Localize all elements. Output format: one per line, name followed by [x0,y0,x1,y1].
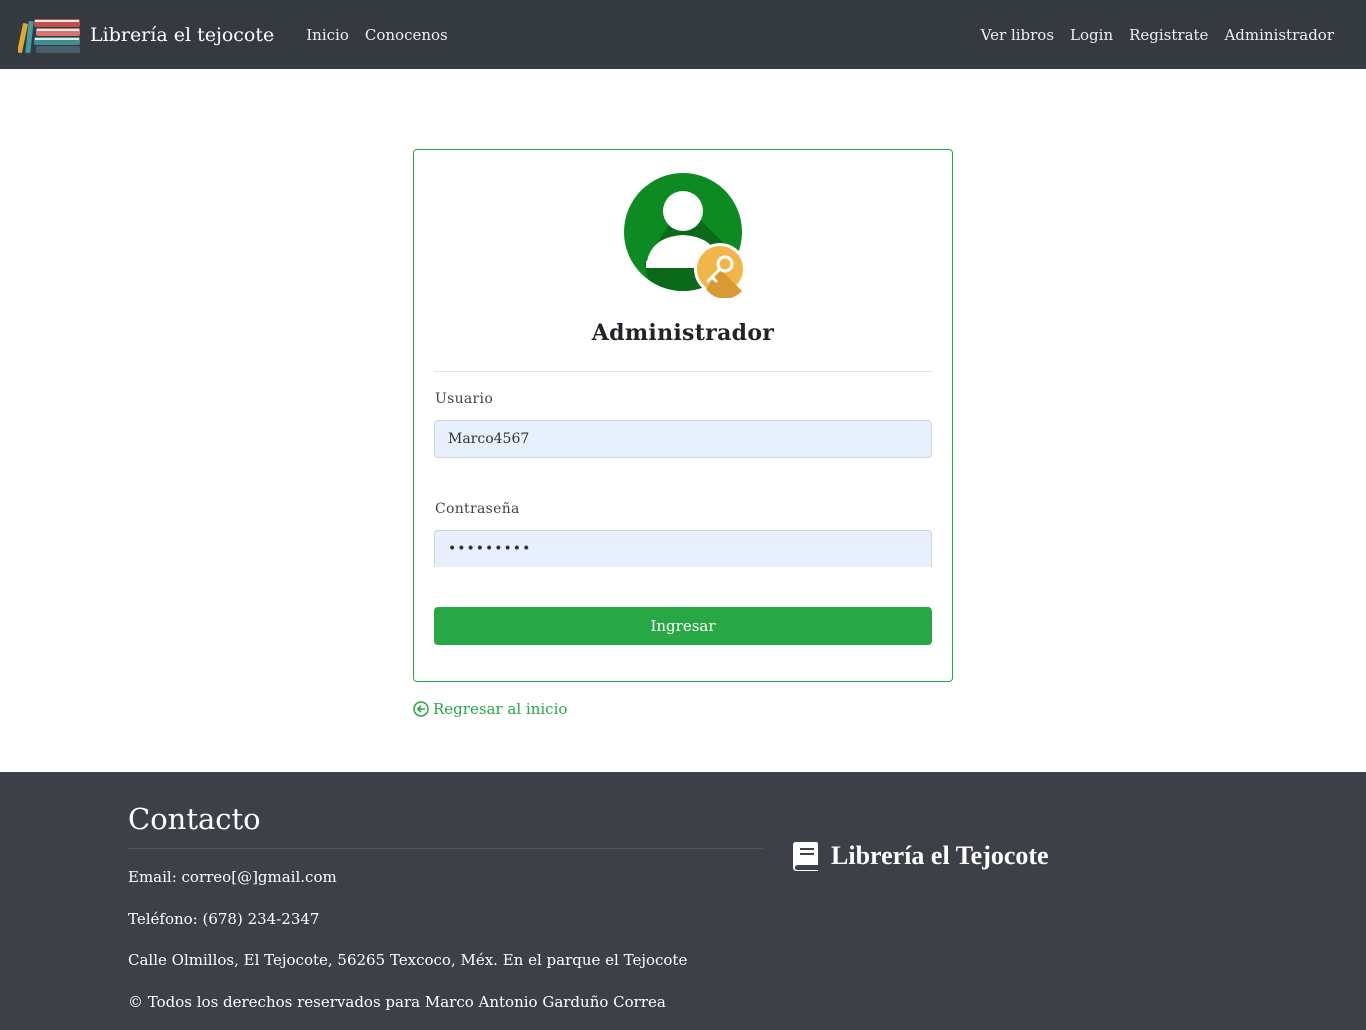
top-navbar: Librería el tejocote Inicio Conocenos Ve… [0,0,1366,69]
arrow-circle-left-icon [413,701,429,717]
password-input[interactable] [434,530,932,567]
footer-brand: Librería el Tejocote [792,840,1049,872]
password-label: Contraseña [435,501,520,517]
nav-link-inicio[interactable]: Inicio [298,26,357,44]
nav-link-administrador[interactable]: Administrador [1216,26,1342,44]
footer-email: Email: correo[@]gmail.com [128,868,337,886]
admin-user-key-icon [624,173,746,298]
footer-brand-name: Librería el Tejocote [831,841,1049,870]
nav-left: Inicio Conocenos [298,26,456,44]
back-to-home-link[interactable]: Regresar al inicio [413,700,567,718]
nav-link-registrate[interactable]: Registrate [1121,26,1216,44]
login-title: Administrador [591,320,775,346]
footer-phone: Teléfono: (678) 234-2347 [128,910,320,928]
admin-login-card: Administrador Usuario Contraseña Ingresa… [413,149,953,682]
username-label: Usuario [435,391,494,407]
back-link-label: Regresar al inicio [433,700,568,718]
nav-link-login[interactable]: Login [1062,26,1121,44]
book-icon [793,842,818,871]
username-input[interactable] [434,420,932,458]
nav-link-ver-libros[interactable]: Ver libros [973,26,1062,44]
brand-name: Librería el tejocote [90,23,275,46]
footer-copyright: © Todos los derechos reservados para Mar… [128,993,666,1011]
nav-right: Ver libros Login Registrate Administrado… [973,26,1342,44]
page-footer: Contacto Email: correo[@]gmail.com Teléf… [0,772,1366,1030]
brand-link[interactable]: Librería el tejocote [18,17,274,53]
footer-divider [128,848,763,849]
footer-address: Calle Olmillos, El Tejocote, 56265 Texco… [128,951,688,969]
login-submit-button[interactable]: Ingresar [434,607,932,645]
books-logo-icon [18,18,80,53]
card-divider [434,371,932,372]
footer-contact-title: Contacto [128,802,261,836]
nav-link-conocenos[interactable]: Conocenos [357,26,456,44]
